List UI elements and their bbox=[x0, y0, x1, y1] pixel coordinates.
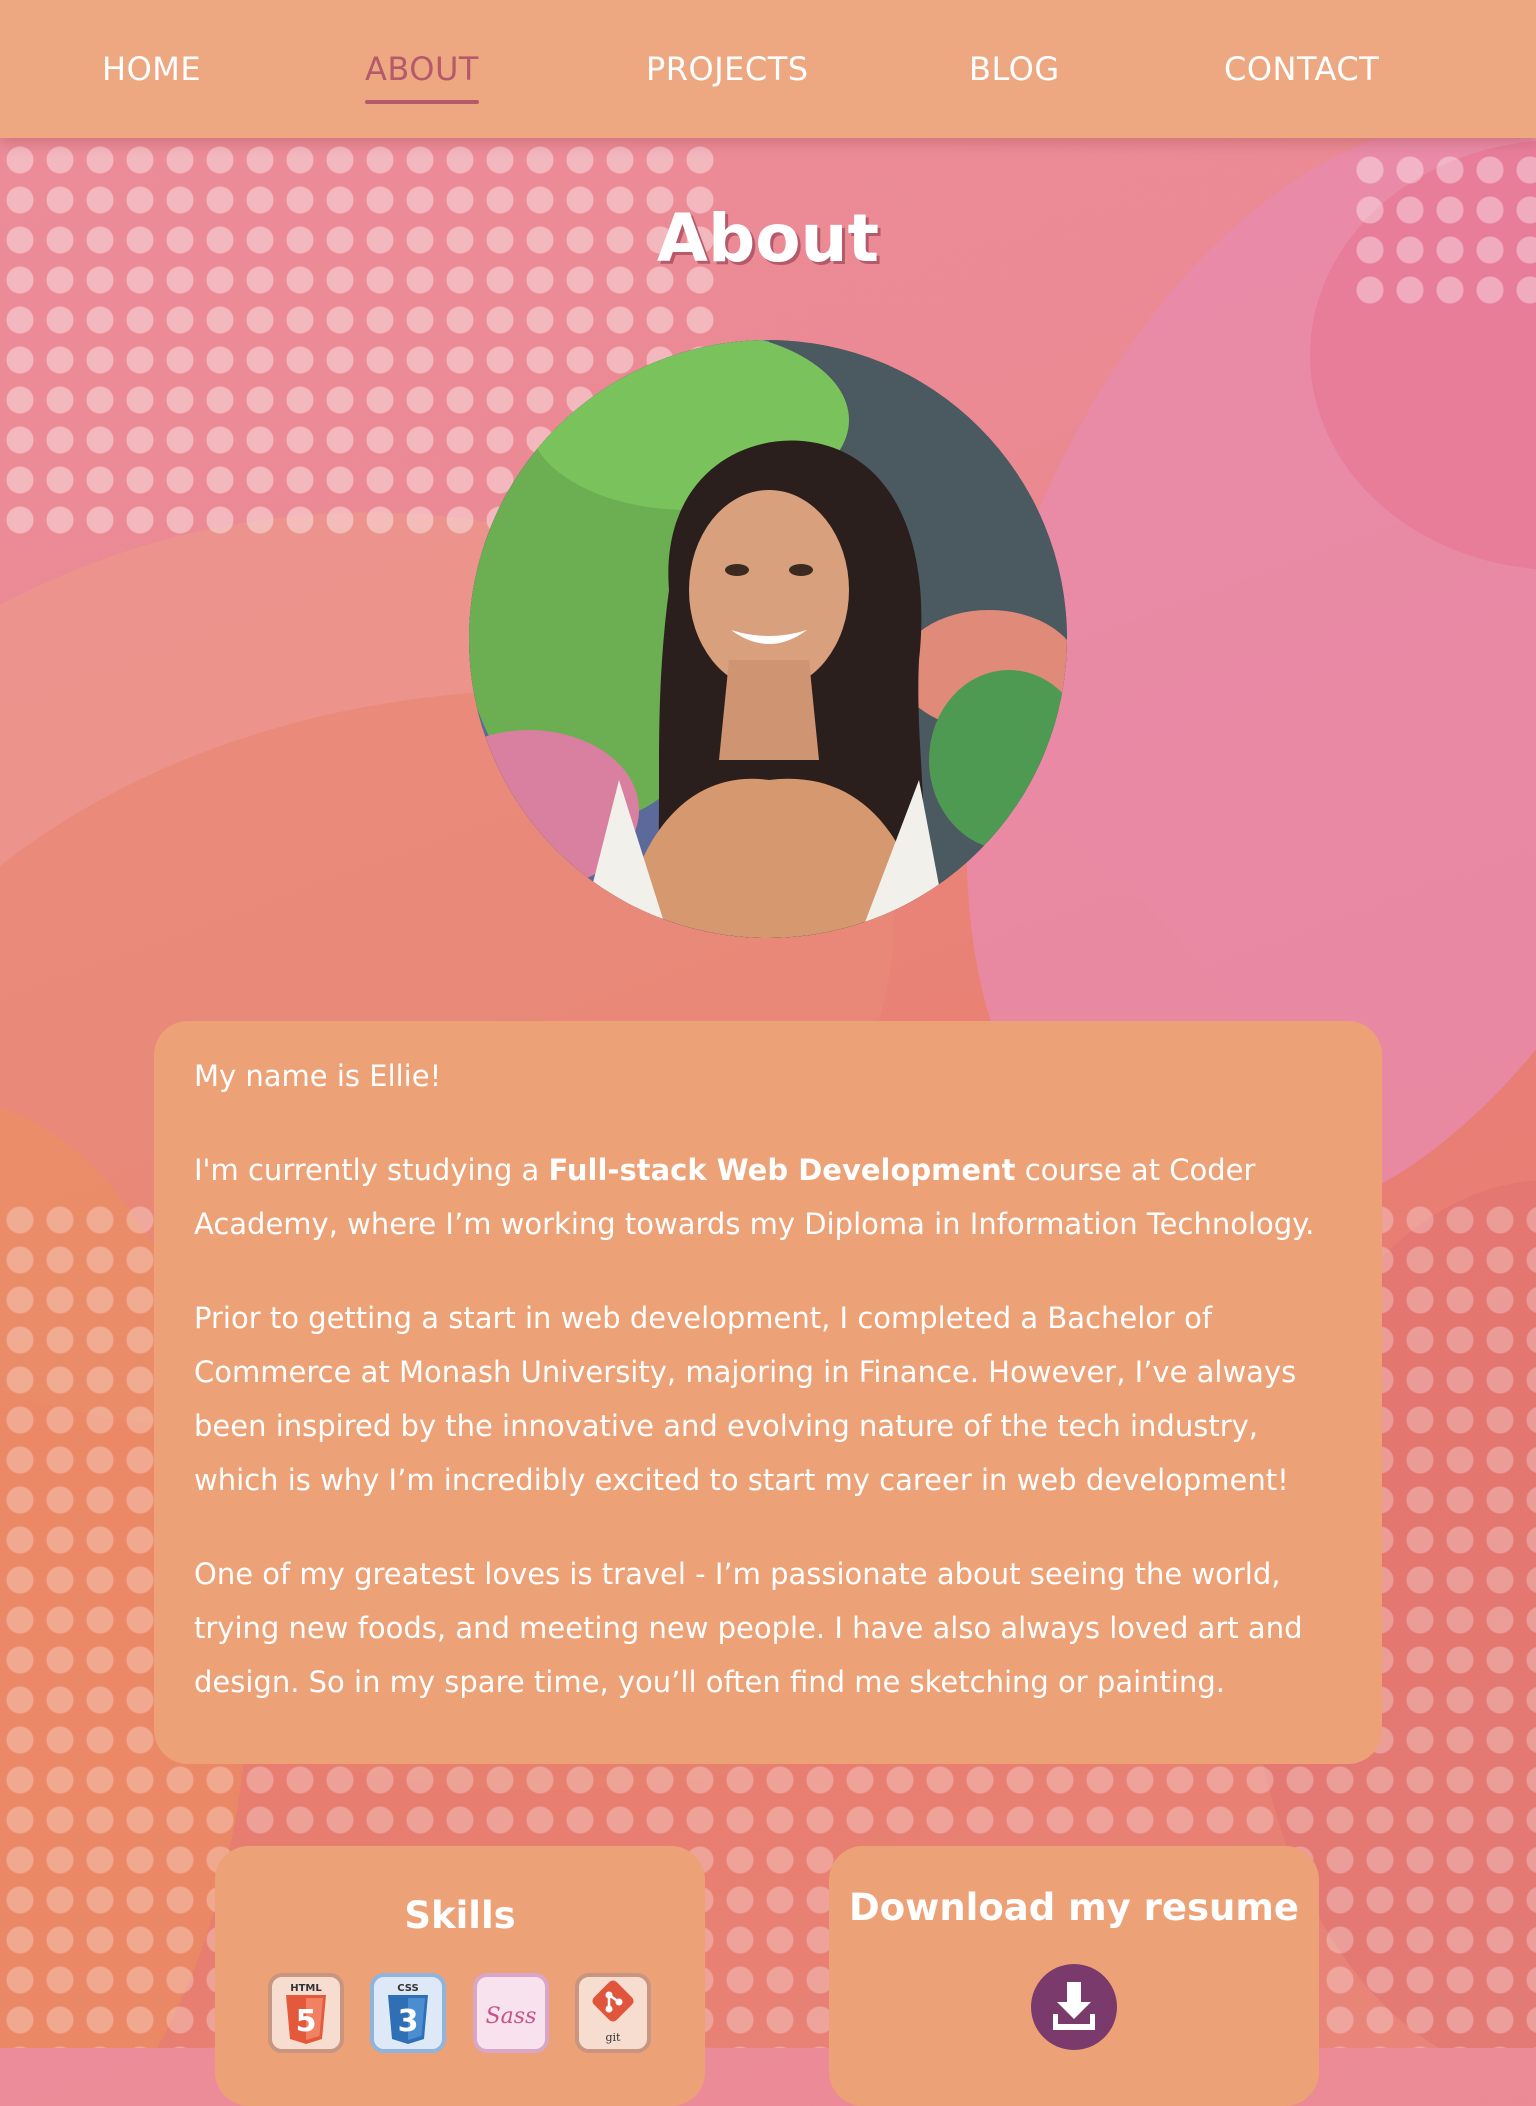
resume-title: Download my resume bbox=[849, 1886, 1299, 1929]
nav-projects-link[interactable]: PROJECTS bbox=[646, 50, 809, 88]
nav-home-link[interactable]: HOME bbox=[102, 50, 201, 88]
svg-text:3: 3 bbox=[398, 2004, 419, 2039]
html5-icon-label: HTML bbox=[290, 1983, 322, 1994]
sass-icon-label: Sass bbox=[486, 2004, 537, 2029]
skills-card: Skills HTML 5 CSS 3 Sass git bbox=[215, 1846, 705, 2106]
resume-card: Download my resume bbox=[829, 1846, 1319, 2106]
download-resume-button[interactable] bbox=[1031, 1964, 1117, 2050]
bio-paragraph-background: Prior to getting a start in web developm… bbox=[194, 1301, 1297, 1497]
nav-contact-link[interactable]: CONTACT bbox=[1224, 50, 1379, 88]
page-title: About bbox=[656, 200, 880, 277]
html5-icon: HTML 5 bbox=[268, 1973, 344, 2053]
css3-icon: CSS 3 bbox=[370, 1973, 446, 2053]
sass-icon: Sass bbox=[473, 1973, 549, 2053]
git-icon: git bbox=[575, 1973, 651, 2053]
bio-course-text-start: I'm currently studying a bbox=[194, 1153, 549, 1187]
download-icon bbox=[1053, 1982, 1095, 2030]
bio-intro: My name is Ellie! bbox=[194, 1059, 442, 1093]
bio-paragraph-interests: One of my greatest loves is travel - I’m… bbox=[194, 1557, 1303, 1699]
bio-course-name: Full-stack Web Development bbox=[548, 1153, 1016, 1187]
skills-title: Skills bbox=[404, 1894, 516, 1937]
git-icon-label: git bbox=[606, 2031, 622, 2044]
profile-photo bbox=[469, 340, 1067, 938]
top-navbar: HOME ABOUT PROJECTS BLOG CONTACT bbox=[0, 0, 1536, 138]
bio-card: My name is Ellie! I'm currently studying… bbox=[154, 1021, 1382, 1764]
bio-paragraph-course: I'm currently studying a Full-stack Web … bbox=[194, 1143, 1342, 1251]
css3-icon-label: CSS bbox=[397, 1983, 418, 1994]
svg-text:5: 5 bbox=[296, 2004, 317, 2039]
nav-blog-link[interactable]: BLOG bbox=[969, 50, 1060, 88]
nav-about-link[interactable]: ABOUT bbox=[365, 50, 479, 104]
